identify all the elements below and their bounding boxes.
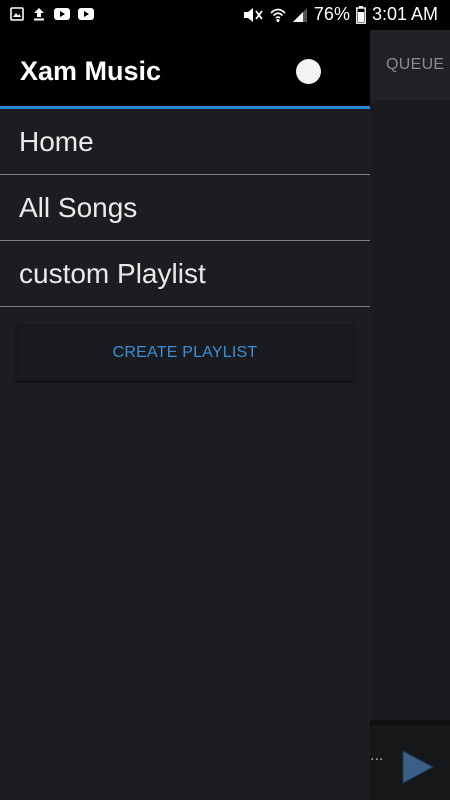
wifi-icon	[270, 7, 286, 23]
menu-item-all-songs[interactable]: All Songs	[0, 175, 370, 241]
create-playlist-button[interactable]: CREATE PLAYLIST	[16, 325, 354, 381]
main-toolbar: QUEUE	[370, 30, 450, 100]
now-playing-bar[interactable]: ...	[370, 720, 450, 800]
drawer-header: Xam Music	[0, 30, 370, 109]
play-icon	[402, 750, 435, 784]
navigation-drawer: Xam Music Home All Songs custom Playlist…	[0, 30, 370, 800]
system-status: 76% 3:01 AM	[242, 4, 438, 25]
notification-icons	[10, 7, 94, 21]
now-playing-title: ...	[370, 747, 384, 764]
play-button[interactable]	[400, 749, 436, 785]
signal-icon	[292, 7, 308, 23]
menu-item-home[interactable]: Home	[0, 109, 370, 175]
clock: 3:01 AM	[371, 4, 438, 24]
upload-icon	[32, 7, 46, 21]
drawer-menu: Home All Songs custom Playlist	[0, 109, 370, 307]
mute-icon	[242, 7, 264, 23]
theme-toggle[interactable]	[296, 59, 321, 84]
app-screen: 76% 3:01 AM QUEUE ... Xam Music Home All…	[0, 0, 450, 800]
menu-item-custom-playlist[interactable]: custom Playlist	[0, 241, 370, 307]
app-title: Xam Music	[20, 56, 162, 86]
youtube-icon	[78, 8, 94, 20]
youtube-icon	[54, 8, 70, 20]
status-bar: 76% 3:01 AM	[0, 0, 450, 32]
main-page: QUEUE ...	[370, 30, 450, 800]
image-icon	[10, 7, 24, 21]
battery-icon	[356, 5, 366, 24]
battery-percent: 76%	[313, 4, 350, 24]
tab-queue[interactable]: QUEUE	[386, 56, 444, 74]
